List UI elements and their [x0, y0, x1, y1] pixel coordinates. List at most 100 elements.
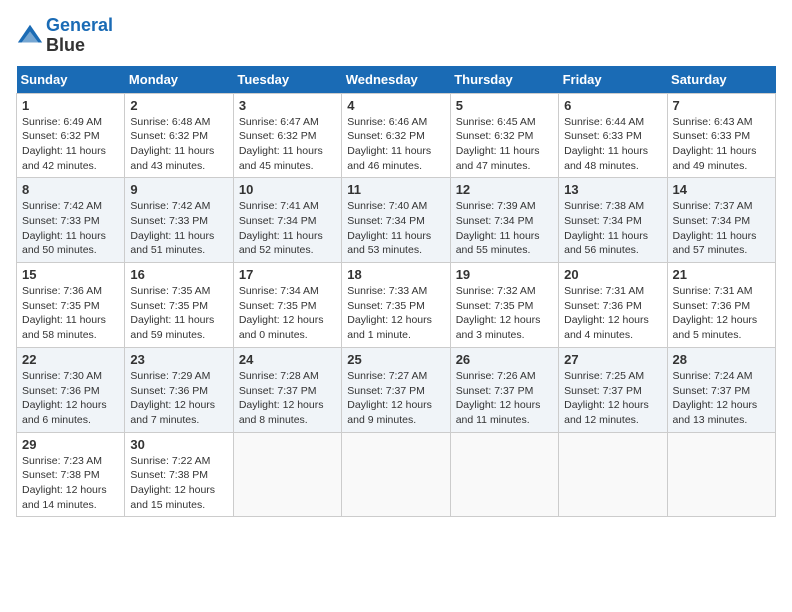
- calendar-cell: 14 Sunrise: 7:37 AM Sunset: 7:34 PM Dayl…: [667, 178, 775, 263]
- page-header: GeneralBlue: [16, 16, 776, 56]
- calendar-cell: 18 Sunrise: 7:33 AM Sunset: 7:35 PM Dayl…: [342, 263, 450, 348]
- day-number: 9: [130, 182, 227, 197]
- calendar-cell: 4 Sunrise: 6:46 AM Sunset: 6:32 PM Dayli…: [342, 93, 450, 178]
- day-info: Sunrise: 7:36 AM Sunset: 7:35 PM Dayligh…: [22, 284, 119, 343]
- day-number: 13: [564, 182, 661, 197]
- calendar-cell: 11 Sunrise: 7:40 AM Sunset: 7:34 PM Dayl…: [342, 178, 450, 263]
- calendar-cell: 8 Sunrise: 7:42 AM Sunset: 7:33 PM Dayli…: [17, 178, 125, 263]
- calendar-cell: 27 Sunrise: 7:25 AM Sunset: 7:37 PM Dayl…: [559, 347, 667, 432]
- day-info: Sunrise: 7:38 AM Sunset: 7:34 PM Dayligh…: [564, 199, 661, 258]
- day-info: Sunrise: 7:40 AM Sunset: 7:34 PM Dayligh…: [347, 199, 444, 258]
- calendar-cell: 6 Sunrise: 6:44 AM Sunset: 6:33 PM Dayli…: [559, 93, 667, 178]
- week-row-3: 22 Sunrise: 7:30 AM Sunset: 7:36 PM Dayl…: [17, 347, 776, 432]
- col-header-sunday: Sunday: [17, 66, 125, 94]
- day-info: Sunrise: 7:35 AM Sunset: 7:35 PM Dayligh…: [130, 284, 227, 343]
- day-number: 1: [22, 98, 119, 113]
- day-number: 6: [564, 98, 661, 113]
- calendar-cell: 21 Sunrise: 7:31 AM Sunset: 7:36 PM Dayl…: [667, 263, 775, 348]
- day-info: Sunrise: 7:34 AM Sunset: 7:35 PM Dayligh…: [239, 284, 336, 343]
- day-number: 25: [347, 352, 444, 367]
- day-number: 29: [22, 437, 119, 452]
- week-row-0: 1 Sunrise: 6:49 AM Sunset: 6:32 PM Dayli…: [17, 93, 776, 178]
- calendar-cell: 17 Sunrise: 7:34 AM Sunset: 7:35 PM Dayl…: [233, 263, 341, 348]
- calendar-cell: 22 Sunrise: 7:30 AM Sunset: 7:36 PM Dayl…: [17, 347, 125, 432]
- calendar-table: SundayMondayTuesdayWednesdayThursdayFrid…: [16, 66, 776, 518]
- day-info: Sunrise: 7:27 AM Sunset: 7:37 PM Dayligh…: [347, 369, 444, 428]
- day-info: Sunrise: 7:31 AM Sunset: 7:36 PM Dayligh…: [673, 284, 770, 343]
- day-number: 11: [347, 182, 444, 197]
- day-info: Sunrise: 7:33 AM Sunset: 7:35 PM Dayligh…: [347, 284, 444, 343]
- calendar-cell: 13 Sunrise: 7:38 AM Sunset: 7:34 PM Dayl…: [559, 178, 667, 263]
- day-info: Sunrise: 7:41 AM Sunset: 7:34 PM Dayligh…: [239, 199, 336, 258]
- day-number: 19: [456, 267, 553, 282]
- day-info: Sunrise: 6:43 AM Sunset: 6:33 PM Dayligh…: [673, 115, 770, 174]
- day-number: 26: [456, 352, 553, 367]
- day-number: 30: [130, 437, 227, 452]
- calendar-cell: 24 Sunrise: 7:28 AM Sunset: 7:37 PM Dayl…: [233, 347, 341, 432]
- calendar-cell: 12 Sunrise: 7:39 AM Sunset: 7:34 PM Dayl…: [450, 178, 558, 263]
- day-info: Sunrise: 7:23 AM Sunset: 7:38 PM Dayligh…: [22, 454, 119, 513]
- day-number: 8: [22, 182, 119, 197]
- day-number: 15: [22, 267, 119, 282]
- logo: GeneralBlue: [16, 16, 113, 56]
- day-number: 18: [347, 267, 444, 282]
- week-row-1: 8 Sunrise: 7:42 AM Sunset: 7:33 PM Dayli…: [17, 178, 776, 263]
- logo-text: GeneralBlue: [46, 16, 113, 56]
- day-number: 2: [130, 98, 227, 113]
- calendar-cell: [233, 432, 341, 517]
- calendar-cell: 29 Sunrise: 7:23 AM Sunset: 7:38 PM Dayl…: [17, 432, 125, 517]
- calendar-cell: [667, 432, 775, 517]
- day-info: Sunrise: 7:24 AM Sunset: 7:37 PM Dayligh…: [673, 369, 770, 428]
- calendar-cell: 25 Sunrise: 7:27 AM Sunset: 7:37 PM Dayl…: [342, 347, 450, 432]
- day-number: 27: [564, 352, 661, 367]
- calendar-cell: 16 Sunrise: 7:35 AM Sunset: 7:35 PM Dayl…: [125, 263, 233, 348]
- day-info: Sunrise: 6:46 AM Sunset: 6:32 PM Dayligh…: [347, 115, 444, 174]
- col-header-monday: Monday: [125, 66, 233, 94]
- day-number: 14: [673, 182, 770, 197]
- day-number: 5: [456, 98, 553, 113]
- calendar-cell: 10 Sunrise: 7:41 AM Sunset: 7:34 PM Dayl…: [233, 178, 341, 263]
- day-info: Sunrise: 7:37 AM Sunset: 7:34 PM Dayligh…: [673, 199, 770, 258]
- day-number: 17: [239, 267, 336, 282]
- day-info: Sunrise: 7:30 AM Sunset: 7:36 PM Dayligh…: [22, 369, 119, 428]
- calendar-cell: [450, 432, 558, 517]
- calendar-cell: 26 Sunrise: 7:26 AM Sunset: 7:37 PM Dayl…: [450, 347, 558, 432]
- day-number: 10: [239, 182, 336, 197]
- day-number: 16: [130, 267, 227, 282]
- col-header-wednesday: Wednesday: [342, 66, 450, 94]
- calendar-cell: 30 Sunrise: 7:22 AM Sunset: 7:38 PM Dayl…: [125, 432, 233, 517]
- day-info: Sunrise: 7:29 AM Sunset: 7:36 PM Dayligh…: [130, 369, 227, 428]
- day-number: 28: [673, 352, 770, 367]
- calendar-cell: 5 Sunrise: 6:45 AM Sunset: 6:32 PM Dayli…: [450, 93, 558, 178]
- day-info: Sunrise: 6:44 AM Sunset: 6:33 PM Dayligh…: [564, 115, 661, 174]
- logo-icon: [16, 22, 44, 50]
- week-row-4: 29 Sunrise: 7:23 AM Sunset: 7:38 PM Dayl…: [17, 432, 776, 517]
- week-row-2: 15 Sunrise: 7:36 AM Sunset: 7:35 PM Dayl…: [17, 263, 776, 348]
- col-header-tuesday: Tuesday: [233, 66, 341, 94]
- day-info: Sunrise: 7:32 AM Sunset: 7:35 PM Dayligh…: [456, 284, 553, 343]
- day-info: Sunrise: 6:49 AM Sunset: 6:32 PM Dayligh…: [22, 115, 119, 174]
- day-info: Sunrise: 7:22 AM Sunset: 7:38 PM Dayligh…: [130, 454, 227, 513]
- calendar-cell: 2 Sunrise: 6:48 AM Sunset: 6:32 PM Dayli…: [125, 93, 233, 178]
- col-header-saturday: Saturday: [667, 66, 775, 94]
- day-info: Sunrise: 6:45 AM Sunset: 6:32 PM Dayligh…: [456, 115, 553, 174]
- calendar-cell: [559, 432, 667, 517]
- day-info: Sunrise: 7:31 AM Sunset: 7:36 PM Dayligh…: [564, 284, 661, 343]
- calendar-cell: 9 Sunrise: 7:42 AM Sunset: 7:33 PM Dayli…: [125, 178, 233, 263]
- day-number: 20: [564, 267, 661, 282]
- calendar-cell: 1 Sunrise: 6:49 AM Sunset: 6:32 PM Dayli…: [17, 93, 125, 178]
- col-header-friday: Friday: [559, 66, 667, 94]
- day-number: 12: [456, 182, 553, 197]
- calendar-cell: 28 Sunrise: 7:24 AM Sunset: 7:37 PM Dayl…: [667, 347, 775, 432]
- day-info: Sunrise: 7:39 AM Sunset: 7:34 PM Dayligh…: [456, 199, 553, 258]
- day-info: Sunrise: 6:47 AM Sunset: 6:32 PM Dayligh…: [239, 115, 336, 174]
- day-number: 4: [347, 98, 444, 113]
- day-info: Sunrise: 7:25 AM Sunset: 7:37 PM Dayligh…: [564, 369, 661, 428]
- day-info: Sunrise: 7:26 AM Sunset: 7:37 PM Dayligh…: [456, 369, 553, 428]
- calendar-cell: 20 Sunrise: 7:31 AM Sunset: 7:36 PM Dayl…: [559, 263, 667, 348]
- day-number: 24: [239, 352, 336, 367]
- day-info: Sunrise: 6:48 AM Sunset: 6:32 PM Dayligh…: [130, 115, 227, 174]
- day-number: 7: [673, 98, 770, 113]
- day-info: Sunrise: 7:28 AM Sunset: 7:37 PM Dayligh…: [239, 369, 336, 428]
- day-number: 22: [22, 352, 119, 367]
